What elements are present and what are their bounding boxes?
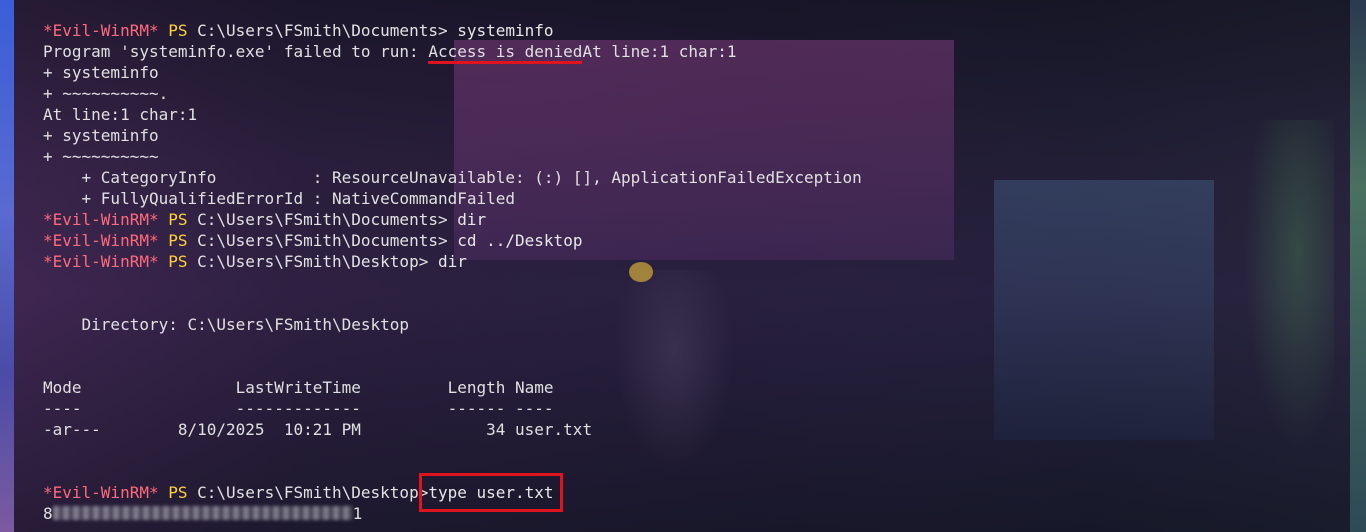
command-text: cd ../Desktop	[447, 231, 583, 250]
output-text: Directory: C:\Users\FSmith\Desktop	[43, 315, 410, 334]
output-text: + FullyQualifiedErrorId : NativeCommandF…	[43, 189, 516, 208]
terminal-line: *Evil-WinRM* PS C:\Users\FSmith\Document…	[43, 209, 862, 230]
error-text: Program 'systeminfo.exe' failed to run:	[43, 42, 429, 61]
prompt-shell: PS	[168, 483, 188, 502]
terminal-line: + CategoryInfo : ResourceUnavailable: (:…	[43, 167, 862, 188]
prompt-prefix: *Evil-WinRM*	[43, 21, 159, 40]
command-text: dir	[428, 252, 467, 271]
background-art-sign	[994, 180, 1214, 440]
desktop-wallpaper-right	[1350, 0, 1366, 532]
output-text: + systeminfo	[43, 63, 159, 82]
terminal-line: *Evil-WinRM* PS C:\Users\FSmith\Document…	[43, 230, 862, 251]
command-text: systeminfo	[447, 21, 554, 40]
prompt-path: C:\Users\FSmith\Documents>	[197, 21, 448, 40]
terminal-line: 81	[43, 503, 862, 524]
error-location: At line:1 char:1	[582, 42, 737, 61]
highlighted-error: Access is denied	[428, 43, 583, 64]
prompt-prefix: *Evil-WinRM*	[43, 210, 159, 229]
terminal-line: Directory: C:\Users\FSmith\Desktop	[43, 314, 862, 335]
prompt-path: C:\Users\FSmith\Desktop>	[197, 252, 429, 271]
terminal-line: *Evil-WinRM* PS C:\Users\FSmith\Document…	[43, 20, 862, 41]
terminal-line: + systeminfo	[43, 62, 862, 83]
prompt-prefix: *Evil-WinRM*	[43, 483, 159, 502]
output-text: + ~~~~~~~~~~.	[43, 84, 169, 103]
output-text: + ~~~~~~~~~~	[43, 147, 159, 166]
prompt-path: C:\Users\FSmith\Documents>	[197, 210, 448, 229]
prompt-shell: PS	[168, 210, 188, 229]
terminal-line: Program 'systeminfo.exe' failed to run: …	[43, 41, 862, 64]
terminal-line: + ~~~~~~~~~~.	[43, 83, 862, 104]
prompt-path: C:\Users\FSmith\Documents>	[197, 231, 448, 250]
terminal-line: Mode LastWriteTime Length Name	[43, 377, 862, 398]
output-text: At line:1 char:1	[43, 105, 198, 124]
command-text: dir	[447, 210, 487, 229]
flag-start: 8	[43, 504, 53, 523]
output-text: -ar--- 8/10/2025 10:21 PM 34 user.txt	[43, 420, 593, 439]
terminal-line: + systeminfo	[43, 125, 862, 146]
terminal-line: + FullyQualifiedErrorId : NativeCommandF…	[43, 188, 862, 209]
terminal-window: *Evil-WinRM* PS C:\Users\FSmith\Document…	[0, 0, 1366, 532]
prompt-shell: PS	[168, 21, 188, 40]
flag-end: 1	[352, 504, 363, 523]
prompt-prefix: *Evil-WinRM*	[43, 252, 159, 271]
desktop-wallpaper-left	[0, 0, 14, 532]
redacted-flag-blur	[52, 506, 353, 520]
terminal-line: At line:1 char:1	[43, 104, 862, 125]
terminal-line: -ar--- 8/10/2025 10:21 PM 34 user.txt	[43, 419, 862, 440]
output-text: Mode LastWriteTime Length Name	[43, 378, 554, 397]
prompt-prefix: *Evil-WinRM*	[43, 231, 159, 250]
terminal-output: *Evil-WinRM* PS C:\Users\FSmith\Document…	[43, 20, 862, 524]
terminal-line: *Evil-WinRM* PS C:\Users\FSmith\Desktop>…	[43, 473, 862, 512]
prompt-shell: PS	[168, 231, 188, 250]
output-text: ---- ------------- ------ ----	[43, 399, 554, 418]
background-art-plant	[1244, 120, 1334, 450]
highlighted-command: type user.txt	[419, 473, 563, 512]
prompt-path: C:\Users\FSmith\Desktop>	[197, 483, 429, 502]
terminal-line: + ~~~~~~~~~~	[43, 146, 862, 167]
output-text: + CategoryInfo : ResourceUnavailable: (:…	[43, 168, 862, 187]
terminal-line: ---- ------------- ------ ----	[43, 398, 862, 419]
terminal-line: *Evil-WinRM* PS C:\Users\FSmith\Desktop>…	[43, 251, 862, 272]
output-text: + systeminfo	[43, 126, 159, 145]
prompt-shell: PS	[168, 252, 188, 271]
